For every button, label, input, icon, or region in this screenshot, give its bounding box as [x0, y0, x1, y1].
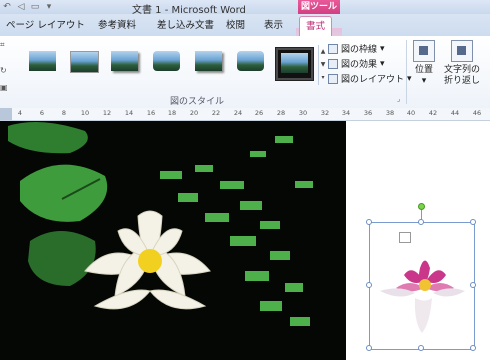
tab-view[interactable]: 表示: [264, 18, 283, 34]
ribbon-tabs: ページ レイアウト 参考資料 差し込み文書 校閲 表示 書式: [0, 14, 490, 50]
wrap-text-label-1: 文字列の: [443, 65, 480, 75]
picture-border-button[interactable]: 図の枠線 ▾: [328, 42, 385, 55]
selected-picture-frame[interactable]: [369, 222, 475, 350]
ruler-margin: [0, 108, 12, 120]
ruler-number: 32: [320, 109, 330, 117]
ruler-number: 6: [39, 109, 45, 117]
picture-style-reflected[interactable]: [192, 48, 225, 76]
position-label: 位置: [414, 65, 433, 75]
tab-references[interactable]: 参考資料: [98, 18, 136, 34]
position-icon: [413, 40, 435, 62]
resize-handle-bottom-left[interactable]: [366, 345, 372, 351]
resize-handle-bottom[interactable]: [418, 345, 424, 351]
chevron-down-icon: ▾: [421, 76, 427, 86]
dialog-launcher-icon[interactable]: ⌟: [397, 95, 400, 103]
resize-handle-top[interactable]: [418, 219, 424, 225]
ruler-number: 20: [189, 109, 199, 117]
ruler-number: 24: [233, 109, 243, 117]
picture-effects-label: 図の効果: [341, 60, 378, 70]
ruler-number: 34: [341, 109, 351, 117]
gallery-down-icon[interactable]: ▼: [319, 58, 327, 71]
ruler-number: 22: [211, 109, 221, 117]
ruler-number: 16: [146, 109, 156, 117]
chevron-down-icon: ▾: [380, 43, 385, 54]
print-icon[interactable]: ▭: [30, 2, 40, 12]
quick-access-toolbar: ↶ ◁ ▭ ▾: [2, 1, 54, 13]
picture-effects-icon: [328, 58, 338, 69]
title-bar: ↶ ◁ ▭ ▾ 文書 1 - Microsoft Word 図ツール: [0, 0, 490, 16]
picture-border-icon: [328, 43, 338, 54]
picture-style-white-frame[interactable]: [67, 48, 100, 76]
resize-handle-top-right[interactable]: [470, 219, 476, 225]
customize-qat-icon[interactable]: ▾: [44, 2, 54, 12]
horizontal-ruler[interactable]: 4 6 8 10 12 14 16 18 20 22 24 26 28 30 3…: [0, 108, 490, 121]
gallery-up-icon[interactable]: ▲: [319, 45, 327, 58]
picture-style-soft-edge[interactable]: [150, 48, 183, 76]
tab-page-layout[interactable]: ページ レイアウト: [6, 18, 85, 34]
change-picture-icon[interactable]: ▣: [0, 83, 8, 92]
undo-icon[interactable]: ↶: [2, 2, 12, 12]
picture-border-label: 図の枠線: [341, 45, 378, 55]
ruler-number: 36: [363, 109, 373, 117]
ruler-number: 10: [80, 109, 90, 117]
water-lily-image: [0, 121, 346, 360]
wrap-text-label-2: 折り返し: [443, 76, 480, 86]
ruler-number: 18: [167, 109, 177, 117]
ruler-number: 28: [276, 109, 286, 117]
resize-handle-right[interactable]: [470, 282, 476, 288]
picture-style-thick-black-frame[interactable]: [275, 47, 314, 81]
position-button[interactable]: 位置 ▾: [410, 40, 438, 87]
picture-layout-icon: [328, 73, 338, 84]
picture-tools-header: 図ツール: [298, 0, 340, 14]
ruler-number: 40: [406, 109, 416, 117]
ruler-number: 12: [102, 109, 112, 117]
rotation-handle[interactable]: [418, 203, 425, 210]
chevron-down-icon: ▾: [380, 58, 385, 69]
resize-handle-left[interactable]: [366, 282, 372, 288]
layout-options-icon[interactable]: [399, 232, 411, 243]
ribbon-cut-icons: ⌗ ↻ ▣: [0, 40, 8, 92]
gallery-scroll[interactable]: ▲ ▼ ▾: [318, 45, 327, 85]
picture-layout-label: 図のレイアウト: [341, 75, 405, 85]
water-lily-photo[interactable]: [0, 121, 346, 360]
ruler-number: 38: [385, 109, 395, 117]
ruler-number: 44: [450, 109, 460, 117]
ruler-number: 46: [472, 109, 482, 117]
picture-styles-group-label: 図のスタイル: [170, 97, 225, 107]
redo-icon[interactable]: ◁: [16, 2, 26, 12]
tab-format[interactable]: 書式: [299, 16, 333, 36]
ruler-number: 4: [17, 109, 23, 117]
ruler-number: 8: [61, 109, 67, 117]
ruler-number: 26: [254, 109, 264, 117]
wrap-text-button[interactable]: 文字列の 折り返し: [440, 40, 484, 87]
pink-lotus-image: [380, 260, 465, 333]
ribbon-separator: [406, 40, 407, 104]
ruler-number: 30: [298, 109, 308, 117]
resize-handle-bottom-right[interactable]: [470, 345, 476, 351]
picture-effects-button[interactable]: 図の効果 ▾: [328, 57, 385, 70]
crop-icon[interactable]: ⌗: [0, 40, 8, 50]
picture-style-simple-frame[interactable]: [26, 48, 59, 76]
picture-style-drop-shadow[interactable]: [108, 48, 141, 76]
gallery-more-icon[interactable]: ▾: [319, 71, 327, 84]
tab-mailings[interactable]: 差し込み文書: [157, 18, 214, 34]
wrap-text-icon: [451, 40, 473, 62]
picture-layout-button[interactable]: 図のレイアウト ▾: [328, 72, 412, 85]
resize-handle-top-left[interactable]: [366, 219, 372, 225]
ruler-number: 42: [428, 109, 438, 117]
reset-icon[interactable]: ↻: [0, 66, 8, 75]
tab-review[interactable]: 校閲: [226, 18, 245, 34]
picture-style-rounded[interactable]: [234, 48, 267, 76]
ruler-number: 14: [124, 109, 134, 117]
